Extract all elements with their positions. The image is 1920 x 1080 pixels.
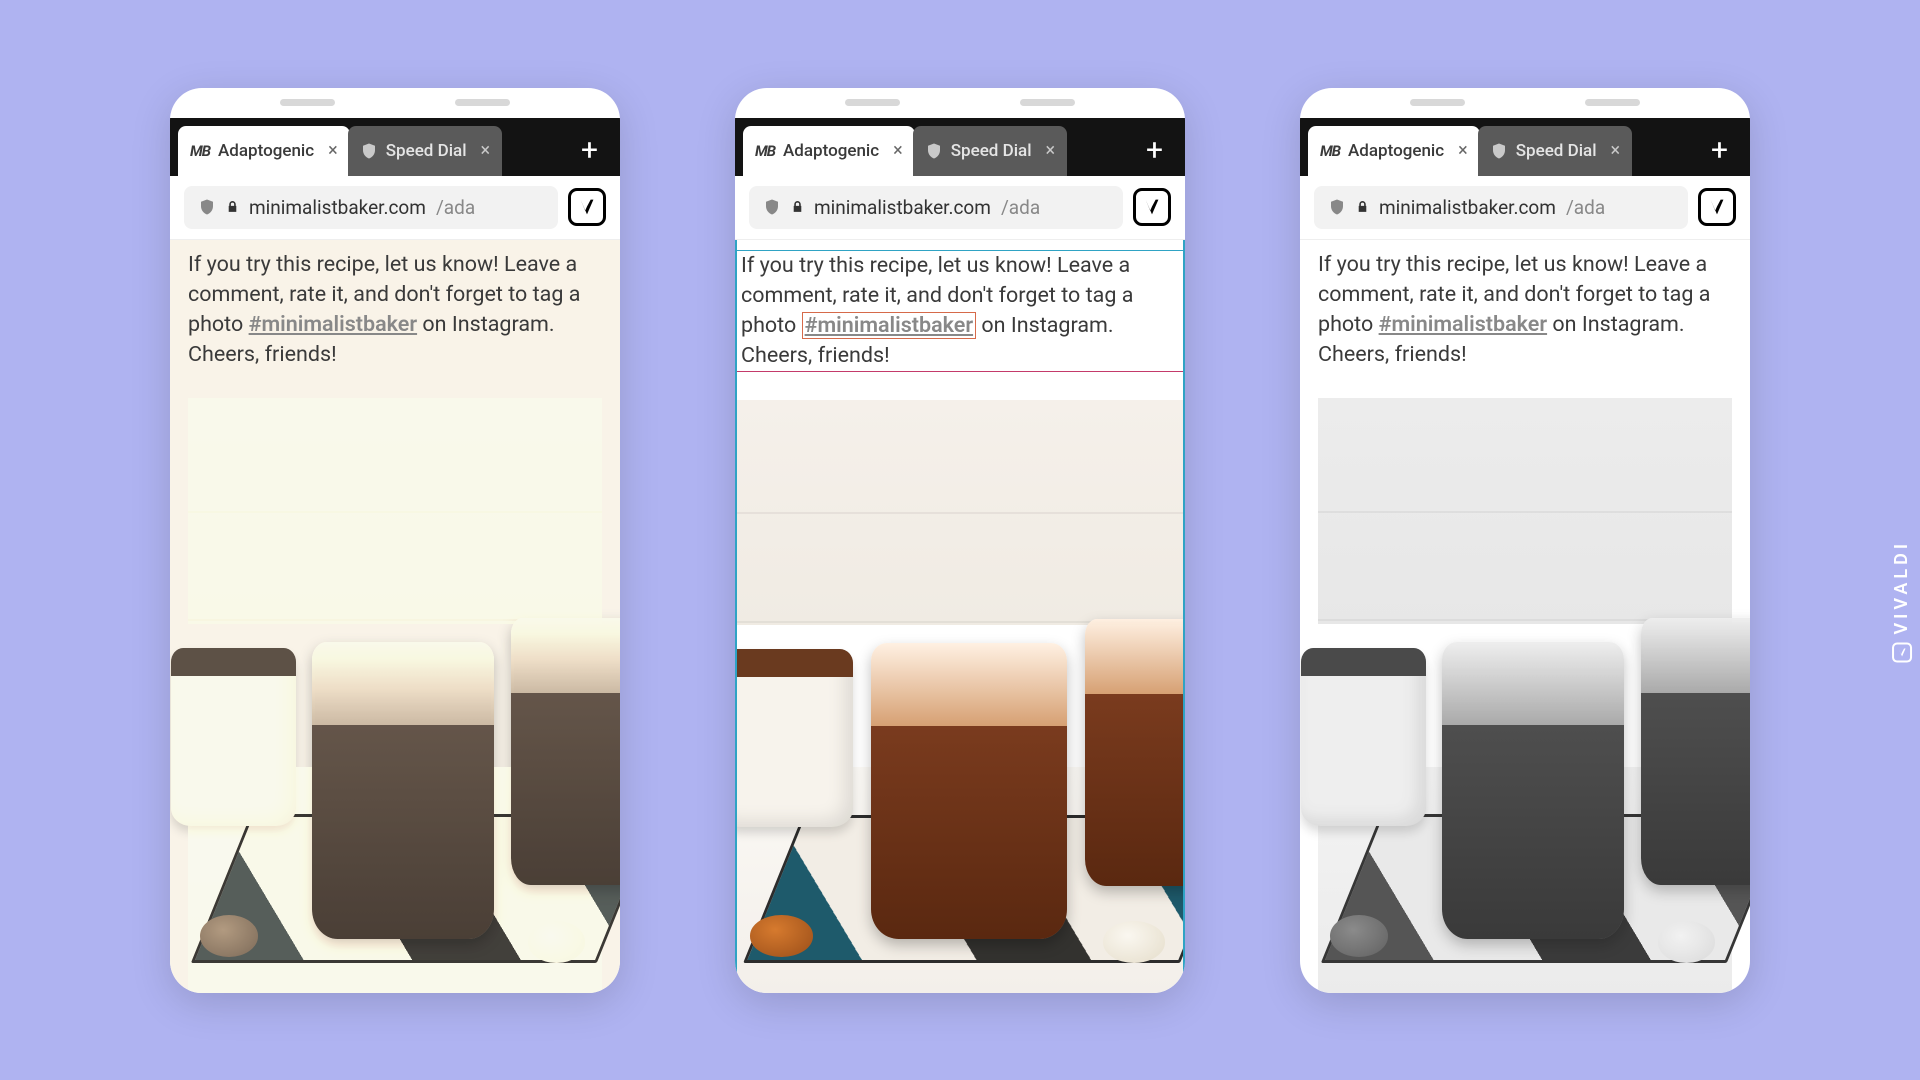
phone-mockup-sepia: MB Adaptogenic × Speed Dial × + minimali… (170, 88, 620, 993)
phone-mockup-debug: MB Adaptogenic × Speed Dial × + minimali… (735, 88, 1185, 993)
phone-statusbar (735, 88, 1185, 118)
url-path: /ada (1566, 196, 1605, 219)
recipe-paragraph: If you try this recipe, let us know! Lea… (188, 250, 602, 370)
tab-label: Adaptogenic (1348, 141, 1444, 161)
address-bar: minimalistbaker.com/ada (170, 176, 620, 240)
tab-speeddial[interactable]: Speed Dial × (348, 126, 502, 176)
recipe-image (737, 400, 1183, 993)
shield-icon (1328, 197, 1346, 217)
address-bar: minimalistbaker.com/ada (735, 176, 1185, 240)
site-favicon: MB (755, 142, 775, 160)
shield-icon (763, 197, 781, 217)
vivaldi-menu-button[interactable] (1133, 188, 1171, 226)
url-path: /ada (1001, 196, 1040, 219)
lock-icon (226, 200, 239, 214)
url-input[interactable]: minimalistbaker.com/ada (749, 186, 1123, 229)
recipe-image (188, 398, 602, 993)
hashtag-link[interactable]: #minimalistbaker (1379, 312, 1547, 337)
browser-tabstrip: MB Adaptogenic × Speed Dial × + (735, 118, 1185, 176)
url-domain: minimalistbaker.com (249, 196, 426, 219)
hashtag-link[interactable]: #minimalistbaker (802, 312, 976, 339)
url-input[interactable]: minimalistbaker.com/ada (1314, 186, 1688, 229)
close-icon[interactable]: × (1605, 142, 1621, 160)
speaker-pill (845, 99, 900, 106)
speaker-pill (1410, 99, 1465, 106)
close-icon[interactable]: × (887, 142, 903, 160)
recipe-paragraph: If you try this recipe, let us know! Lea… (737, 250, 1183, 372)
phone-statusbar (1300, 88, 1750, 118)
address-bar: minimalistbaker.com/ada (1300, 176, 1750, 240)
vivaldi-watermark-icon (1892, 643, 1912, 663)
url-path: /ada (436, 196, 475, 219)
phone-statusbar (170, 88, 620, 118)
hashtag-link[interactable]: #minimalistbaker (249, 312, 417, 337)
speaker-pill (280, 99, 335, 106)
url-domain: minimalistbaker.com (814, 196, 991, 219)
tab-label: Speed Dial (951, 141, 1032, 161)
speaker-pill (455, 99, 510, 106)
new-tab-button[interactable]: + (1132, 136, 1177, 166)
page-content: If you try this recipe, let us know! Lea… (1300, 240, 1750, 993)
vivaldi-shield-icon (925, 141, 943, 161)
vivaldi-watermark: VIVALDI (1892, 540, 1913, 663)
vivaldi-menu-button[interactable] (568, 188, 606, 226)
vivaldi-shield-icon (1490, 141, 1508, 161)
close-icon[interactable]: × (322, 142, 338, 160)
recipe-image (1318, 398, 1732, 993)
new-tab-button[interactable]: + (1697, 136, 1742, 166)
speaker-pill (1020, 99, 1075, 106)
close-icon[interactable]: × (1452, 142, 1468, 160)
watermark-text: VIVALDI (1892, 540, 1913, 635)
site-favicon: MB (1320, 142, 1340, 160)
speaker-pill (1585, 99, 1640, 106)
new-tab-button[interactable]: + (567, 136, 612, 166)
page-content: If you try this recipe, let us know! Lea… (735, 240, 1185, 993)
vivaldi-logo-icon (576, 196, 598, 218)
url-domain: minimalistbaker.com (1379, 196, 1556, 219)
phone-mockup-grayscale: MB Adaptogenic × Speed Dial × + minimali… (1300, 88, 1750, 993)
lock-icon (1356, 200, 1369, 214)
page-content: If you try this recipe, let us know! Lea… (170, 240, 620, 993)
tab-active[interactable]: MB Adaptogenic × (1308, 126, 1480, 176)
tab-speeddial[interactable]: Speed Dial × (1478, 126, 1632, 176)
close-icon[interactable]: × (475, 142, 491, 160)
tab-label: Speed Dial (386, 141, 467, 161)
browser-tabstrip: MB Adaptogenic × Speed Dial × + (1300, 118, 1750, 176)
tab-label: Adaptogenic (218, 141, 314, 161)
shield-icon (198, 197, 216, 217)
vivaldi-logo-icon (1141, 196, 1163, 218)
browser-tabstrip: MB Adaptogenic × Speed Dial × + (170, 118, 620, 176)
tab-label: Speed Dial (1516, 141, 1597, 161)
lock-icon (791, 200, 804, 214)
close-icon[interactable]: × (1040, 142, 1056, 160)
recipe-paragraph: If you try this recipe, let us know! Lea… (1318, 250, 1732, 370)
tab-active[interactable]: MB Adaptogenic × (178, 126, 350, 176)
site-favicon: MB (190, 142, 210, 160)
vivaldi-shield-icon (360, 141, 378, 161)
vivaldi-menu-button[interactable] (1698, 188, 1736, 226)
vivaldi-logo-icon (1706, 196, 1728, 218)
tab-speeddial[interactable]: Speed Dial × (913, 126, 1067, 176)
url-input[interactable]: minimalistbaker.com/ada (184, 186, 558, 229)
tab-active[interactable]: MB Adaptogenic × (743, 126, 915, 176)
tab-label: Adaptogenic (783, 141, 879, 161)
